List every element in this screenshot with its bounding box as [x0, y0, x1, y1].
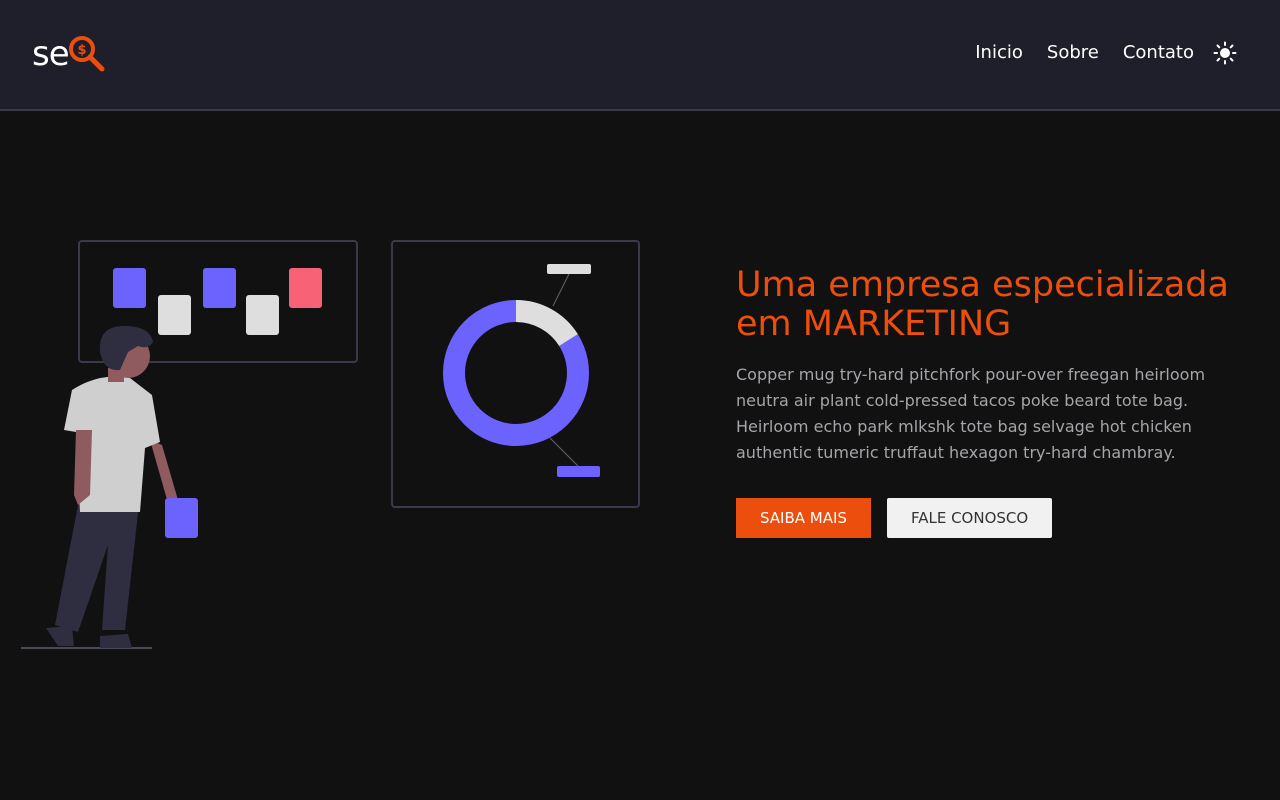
main-nav: Inicio Sobre Contato	[951, 38, 1238, 68]
logo[interactable]: se $	[32, 32, 107, 76]
logo-text: se	[32, 34, 70, 74]
sun-icon	[1213, 41, 1237, 65]
site-header: se $ Inicio Sobre Contato	[0, 0, 1280, 111]
sticky-note	[203, 268, 236, 308]
theme-toggle-button[interactable]	[1212, 40, 1238, 66]
hero-description: Copper mug try-hard pitchfork pour-over …	[736, 365, 1206, 462]
sticky-note	[246, 295, 279, 335]
svg-text:$: $	[77, 43, 86, 58]
donut-segment	[515, 300, 578, 347]
nav-link-contato[interactable]: Contato	[1123, 38, 1194, 68]
chart-frame	[391, 240, 640, 508]
magnifier-dollar-icon: $	[68, 36, 105, 72]
nav-link-sobre[interactable]: Sobre	[1047, 38, 1099, 68]
sticky-note	[289, 268, 322, 308]
hero-illustration	[21, 240, 640, 649]
nav-link-inicio[interactable]: Inicio	[975, 38, 1023, 68]
hero-title: Uma empresa especializada em MARKETING	[736, 265, 1229, 344]
label-bar-bottom	[557, 466, 600, 477]
saiba-mais-button[interactable]: SAIBA MAIS	[736, 498, 871, 538]
hero-section: Uma empresa especializada em MARKETING C…	[736, 266, 1266, 538]
sticky-note	[113, 268, 146, 308]
hero-buttons: SAIBA MAIS FALE CONOSCO	[736, 498, 1266, 538]
held-sticky-note	[165, 498, 198, 538]
fale-conosco-button[interactable]: FALE CONOSCO	[886, 498, 1053, 538]
sticky-note	[158, 295, 191, 335]
label-bar-top	[547, 264, 591, 274]
